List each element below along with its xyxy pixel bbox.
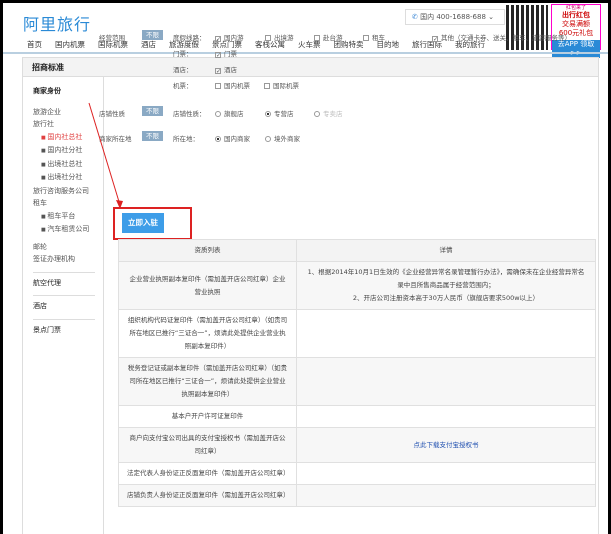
table-cell: 组织机构代码证复印件（需加盖开店公司红章）（如贵司所在地区已推行“三证合一”，烦… [118,309,297,358]
table-row: 税务登记证或副本复印件（需加盖开店公司红章）（如贵司所在地区已推行“三证合一”，… [118,357,596,406]
table-cell: 1、根据2014年10月1日生效的《企业经营异常名录管理暂行办法》，需确保未在企… [296,261,596,310]
browser-window: 阿里旅行 ✆ 国内 400-1688-688 ⌄ 红包来了 出行红包 交易满额 … [3,3,608,534]
table-cell: 法定代表人身份证正反面复印件（需加盖开店公司红章） [118,462,297,485]
table-row: 基本户开户许可证复印件 [118,405,596,428]
table-cell: 店铺负责人身份证正反面复印件（需加盖开店公司红章） [118,484,297,507]
column-header: 资质列表 [118,239,297,262]
table-row: 店铺负责人身份证正反面复印件（需加盖开店公司红章） [118,484,596,507]
table-row: 法定代表人身份证正反面复印件（需加盖开店公司红章） [118,462,596,485]
table-cell [296,357,596,406]
table-cell: 企业营业执照副本复印件（需加盖开店公司红章）企业营业执照 [118,261,297,310]
table-cell: 税务登记证或副本复印件（需加盖开店公司红章）（如贵司所在地区已推行“三证合一”，… [118,357,297,406]
table-row: 商户向支付宝公司出具的支付宝授权书（需加盖开店公司红章） 点此下载支付宝授权书 [118,427,596,463]
table-cell [296,405,596,428]
table-cell: 点此下载支付宝授权书 [296,427,596,463]
table-cell [296,484,596,507]
table-cell: 基本户开户许可证复印件 [118,405,297,428]
table-cell [296,462,596,485]
table-cell: 商户向支付宝公司出具的支付宝授权书（需加盖开店公司红章） [118,427,297,463]
download-auth-link[interactable]: 点此下载支付宝授权书 [414,441,479,449]
table-row: 企业营业执照副本复印件（需加盖开店公司红章）企业营业执照 1、根据2014年10月… [118,261,596,310]
table-row: 组织机构代码证复印件（需加盖开店公司红章）（如贵司所在地区已推行“三证合一”，烦… [118,309,596,358]
column-header: 详情 [296,239,596,262]
qualification-table: 资质列表 详情 企业营业执照副本复印件（需加盖开店公司红章）企业营业执照 1、根据20… [118,239,596,507]
table-cell [296,309,596,358]
